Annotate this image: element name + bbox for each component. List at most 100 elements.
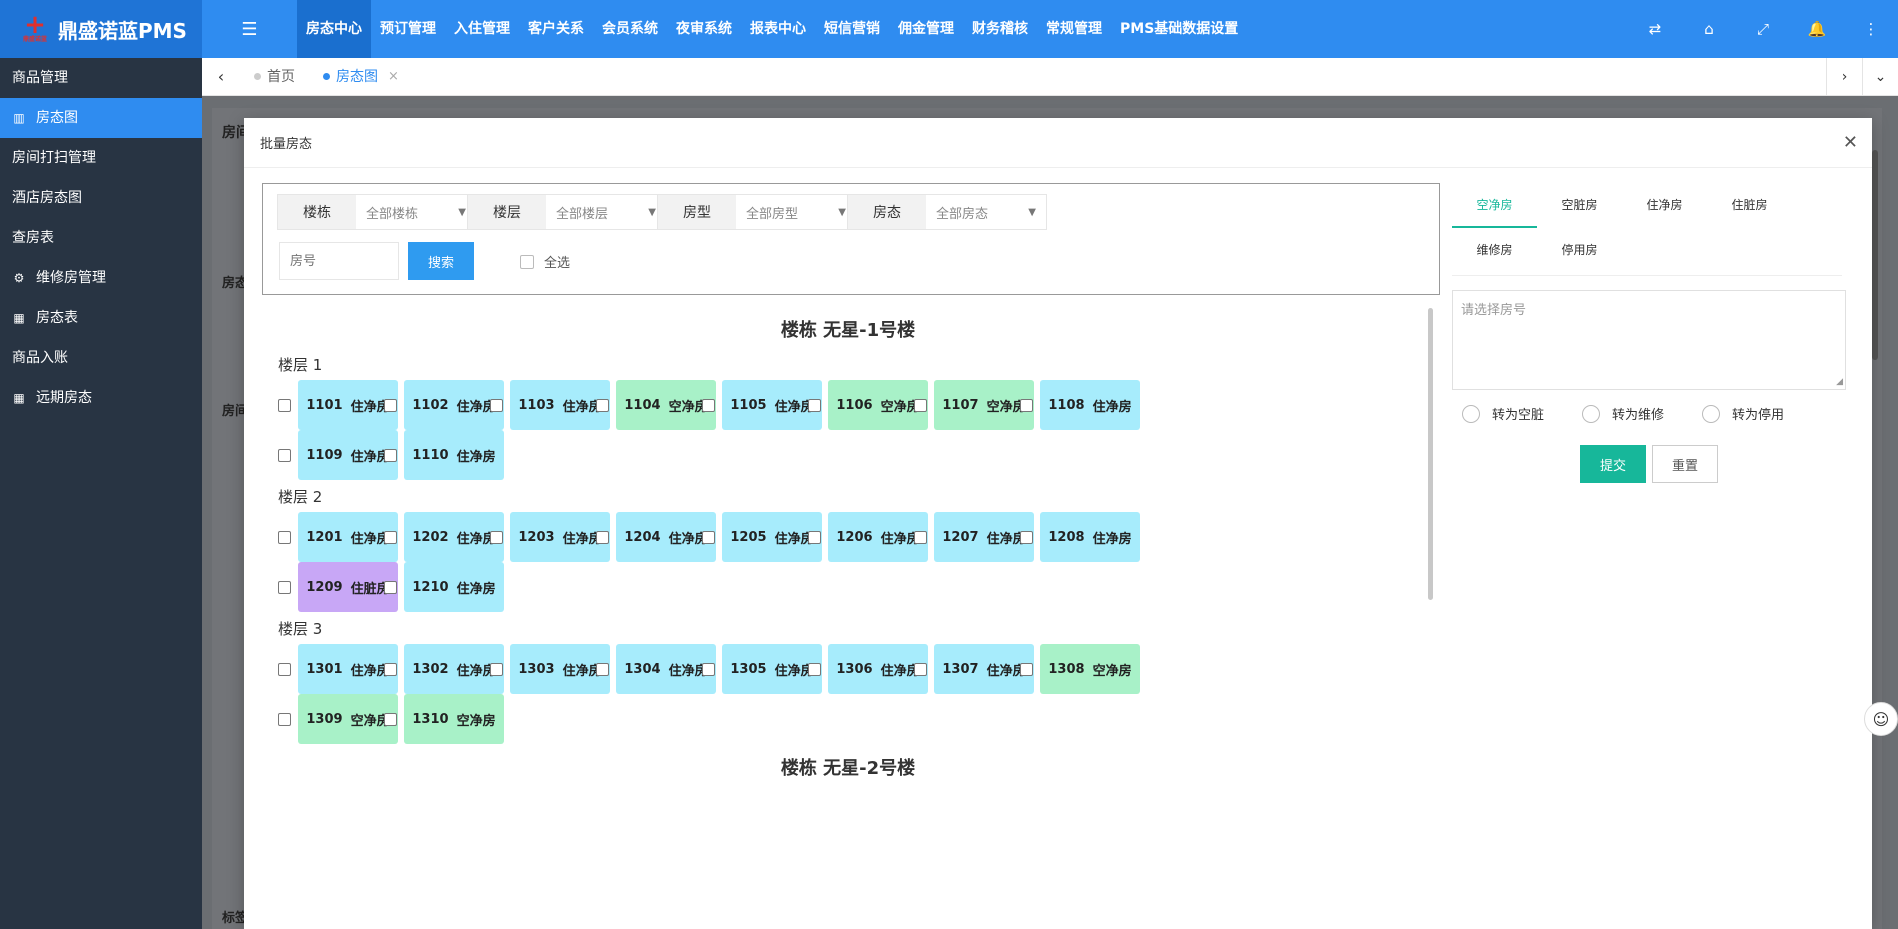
filter-2[interactable]: 房型 全部房型 ▼ [657,194,857,230]
room-card[interactable]: 1303 住净房 [510,644,610,694]
tab-room-map[interactable]: 房态图 × [309,58,413,96]
nav-item-8[interactable]: 佣金管理 [889,0,963,58]
nav-item-4[interactable]: 会员系统 [593,0,667,58]
room-card[interactable]: 1103 住净房 [510,380,610,430]
room-checkbox[interactable] [914,398,927,412]
tabs-next-icon[interactable]: › [1826,58,1862,96]
room-card[interactable]: 1203 住净房 [510,512,610,562]
room-checkbox[interactable] [278,530,291,544]
nav-item-2[interactable]: 入住管理 [445,0,519,58]
room-card[interactable]: 1104 空净房 [616,380,716,430]
room-checkbox[interactable] [384,712,397,726]
room-checkbox[interactable] [278,662,291,676]
sidebar-item-7[interactable]: 商品入账 [0,338,202,378]
room-checkbox[interactable] [384,530,397,544]
more-icon[interactable]: ⋮ [1844,20,1898,38]
room-card[interactable]: 1304 住净房 [616,644,716,694]
room-card[interactable]: 1209 住脏房 [298,562,398,612]
filter-1[interactable]: 楼层 全部楼层 ▼ [467,194,667,230]
bell-icon[interactable]: 🔔 [1790,20,1844,38]
room-checkbox[interactable] [490,398,503,412]
room-card[interactable]: 1306 住净房 [828,644,928,694]
room-card[interactable]: 1210 住净房 [404,562,504,612]
room-card[interactable]: 1201 住净房 [298,512,398,562]
room-card[interactable]: 1204 住净房 [616,512,716,562]
convert-radio-2[interactable]: 转为停用 [1702,404,1784,423]
close-icon[interactable]: ✕ [1843,132,1858,153]
status-tab-4[interactable]: 维修房 [1452,228,1537,273]
reset-button[interactable]: 重置 [1652,445,1718,483]
assistant-avatar-icon[interactable]: ☺ [1864,702,1898,736]
room-checkbox[interactable] [702,662,715,676]
sidebar-item-2[interactable]: 房间打扫管理 [0,138,202,178]
tab-close-icon[interactable]: × [388,58,399,96]
room-card[interactable]: 1109 住净房 [298,430,398,480]
status-tab-3[interactable]: 住脏房 [1707,183,1792,228]
room-card[interactable]: 1307 住净房 [934,644,1034,694]
room-card[interactable]: 1205 住净房 [722,512,822,562]
room-card[interactable]: 1107 空净房 [934,380,1034,430]
room-checkbox[interactable] [278,580,291,594]
room-checkbox[interactable] [596,530,609,544]
menu-toggle-icon[interactable]: ☰ [202,0,297,58]
filter-3[interactable]: 房态 全部房态 ▼ [847,194,1047,230]
select-all[interactable]: 全选 [520,252,570,271]
selected-rooms-textarea[interactable]: 请选择房号 ◢ [1452,290,1846,390]
fullscreen-icon[interactable]: ⤢ [1736,20,1790,38]
convert-radio-0[interactable]: 转为空脏 [1462,404,1544,423]
room-checkbox[interactable] [490,662,503,676]
filter-select[interactable]: 全部房态 ▼ [926,195,1046,229]
room-card[interactable]: 1308 空净房 [1040,644,1140,694]
room-card[interactable]: 1310 空净房 [404,694,504,744]
filter-select[interactable]: 全部楼栋 ▼ [356,195,476,229]
room-card[interactable]: 1202 住净房 [404,512,504,562]
room-checkbox[interactable] [1020,530,1033,544]
sidebar-item-5[interactable]: ⚙ 维修房管理 [0,258,202,298]
room-card[interactable]: 1108 住净房 [1040,380,1140,430]
nav-item-9[interactable]: 财务稽核 [963,0,1037,58]
room-card[interactable]: 1305 住净房 [722,644,822,694]
room-checkbox[interactable] [808,530,821,544]
room-card[interactable]: 1302 住净房 [404,644,504,694]
switch-icon[interactable]: ⇄ [1628,20,1682,38]
radio-circle[interactable] [1702,404,1721,423]
room-card[interactable]: 1301 住净房 [298,644,398,694]
nav-item-10[interactable]: 常规管理 [1037,0,1111,58]
room-checkbox[interactable] [384,448,397,462]
filter-select[interactable]: 全部房型 ▼ [736,195,856,229]
tabs-prev-icon[interactable]: ‹ [202,67,240,86]
room-checkbox[interactable] [278,398,291,412]
room-card[interactable]: 1206 住净房 [828,512,928,562]
room-checkbox[interactable] [596,398,609,412]
room-card[interactable]: 1110 住净房 [404,430,504,480]
room-checkbox[interactable] [808,662,821,676]
room-card[interactable]: 1101 住净房 [298,380,398,430]
sidebar-item-3[interactable]: 酒店房态图 [0,178,202,218]
nav-item-7[interactable]: 短信营销 [815,0,889,58]
room-card[interactable]: 1106 空净房 [828,380,928,430]
room-checkbox[interactable] [914,662,927,676]
room-grid-scrollbar[interactable] [1428,308,1433,600]
room-card[interactable]: 1208 住净房 [1040,512,1140,562]
nav-item-5[interactable]: 夜审系统 [667,0,741,58]
sidebar-item-4[interactable]: 查房表 [0,218,202,258]
resize-grip-icon[interactable]: ◢ [1836,377,1843,387]
room-card[interactable]: 1105 住净房 [722,380,822,430]
status-tab-0[interactable]: 空净房 [1452,183,1537,228]
room-card[interactable]: 1207 住净房 [934,512,1034,562]
room-checkbox[interactable] [702,530,715,544]
room-checkbox[interactable] [384,580,397,594]
room-checkbox[interactable] [1020,662,1033,676]
status-tab-2[interactable]: 住净房 [1622,183,1707,228]
nav-item-3[interactable]: 客户关系 [519,0,593,58]
room-checkbox[interactable] [384,662,397,676]
nav-item-6[interactable]: 报表中心 [741,0,815,58]
nav-item-0[interactable]: 房态中心 [297,0,371,58]
sidebar-item-8[interactable]: ▦ 远期房态 [0,378,202,418]
convert-radio-1[interactable]: 转为维修 [1582,404,1664,423]
status-tab-5[interactable]: 停用房 [1537,228,1622,273]
room-checkbox[interactable] [1020,398,1033,412]
room-card[interactable]: 1102 住净房 [404,380,504,430]
brand-logo[interactable]: + 鼎盛诺蓝 鼎盛诺蓝PMS [0,0,202,58]
room-checkbox[interactable] [490,530,503,544]
